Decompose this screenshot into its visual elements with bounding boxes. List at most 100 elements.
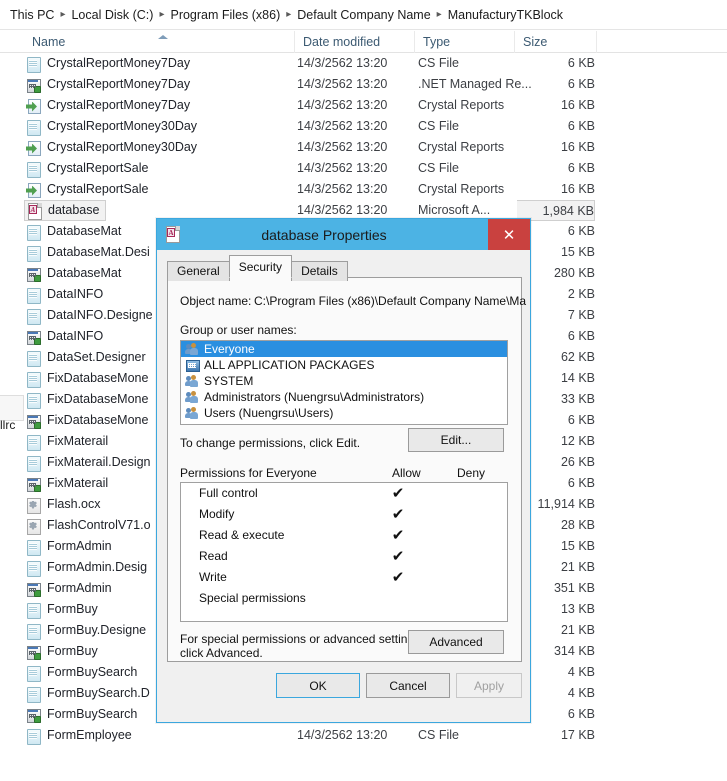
file-name-cell[interactable]: Flash.ocx [24,494,107,515]
file-name-cell[interactable]: FormBuySearch.D [24,683,156,704]
list-item[interactable]: SYSTEM [181,373,507,389]
file-name-cell[interactable]: CrystalReportMoney7Day [24,53,196,74]
advanced-button[interactable]: Advanced [408,630,504,654]
tab-details[interactable]: Details [291,261,348,281]
permission-name: Full control [199,486,258,500]
table-row[interactable]: CrystalReportSale 14/3/2562 13:20 Crystal … [0,179,727,200]
file-name: FixMaterail [47,476,109,490]
file-name-cell[interactable]: FormAdmin [24,536,118,557]
file-name-cell[interactable]: FixMaterail.Design [24,452,157,473]
list-item[interactable]: Administrators (Nuengrsu\Administrators) [181,389,507,405]
list-item[interactable]: Everyone [181,341,507,357]
file-name-cell[interactable]: DatabaseMat [24,221,127,242]
advanced-note-line-1: For special permissions or advanced sett… [180,632,424,646]
file-name-cell[interactable]: FixDatabaseMone [24,410,154,431]
cs-file-icon [26,161,41,178]
file-date-modified: 14/3/2562 13:20 [297,182,388,196]
file-date-modified: 14/3/2562 13:20 [297,119,388,133]
file-date-modified: 14/3/2562 13:20 [297,161,388,175]
tab-general[interactable]: General [167,261,230,281]
permissions-table[interactable]: Full control ✔ Modify ✔ Read & execute ✔ Read ✔… [180,482,508,622]
file-name-cell[interactable]: CrystalReportSale [24,158,154,179]
breadcrumb-item-1[interactable]: Local Disk (C:) [71,8,153,22]
allow-check-icon[interactable]: ✔ [384,483,412,504]
file-name-cell[interactable]: FixMaterail [24,473,114,494]
table-row[interactable]: CrystalReportMoney7Day 14/3/2562 13:20 .NE… [0,74,727,95]
file-name: FixMaterail.Design [47,455,151,469]
access-db-icon: A [27,202,42,220]
file-name-cell[interactable]: CrystalReportMoney30Day [24,137,203,158]
file-name-cell[interactable]: DataINFO [24,326,109,347]
file-name: DataINFO.Designe [47,308,153,322]
table-row[interactable]: FormEmployee 14/3/2562 13:20 CS File 17 KB [0,725,727,746]
allow-check-icon[interactable]: ✔ [384,504,412,525]
file-name: FormBuySearch [47,665,138,679]
ok-button[interactable]: OK [276,673,360,698]
column-header-size[interactable]: Size [514,31,596,53]
file-name-cell[interactable]: DatabaseMat [24,263,127,284]
resource-file-icon [26,329,41,345]
file-name-cell[interactable]: FormBuySearch [24,662,143,683]
advanced-settings-note: For special permissions or advanced sett… [180,632,423,660]
column-header-type[interactable]: Type [414,31,514,53]
cs-file-icon [26,665,41,682]
file-name-cell[interactable]: FormEmployee [24,725,138,746]
permission-row[interactable]: Modify ✔ [181,504,507,525]
permission-row[interactable]: Write ✔ [181,567,507,588]
file-name-cell[interactable]: FlashControlV71.o [24,515,157,536]
allow-check-icon[interactable]: ✔ [384,546,412,567]
file-type: CS File [418,728,459,742]
file-name-cell[interactable]: FormBuySearch [24,704,143,725]
file-name-cell[interactable]: CrystalReportSale [24,179,154,200]
tab-security[interactable]: Security [228,255,293,278]
table-row[interactable]: CrystalReportSale 14/3/2562 13:20 CS File 6… [0,158,727,179]
file-name-cell[interactable]: FixDatabaseMone [24,389,154,410]
permission-row[interactable]: Full control ✔ [181,483,507,504]
file-name-cell[interactable]: CrystalReportMoney30Day [24,116,203,137]
group-or-user-names-list[interactable]: Everyone ALL APPLICATION PACKAGES SYSTEM Ad… [180,340,508,425]
permission-row[interactable]: Read & execute ✔ [181,525,507,546]
column-header-date-modified[interactable]: Date modified [294,31,414,53]
dialog-tabs[interactable]: General Security Details [167,255,348,281]
permission-row[interactable]: Read ✔ [181,546,507,567]
close-icon[interactable]: ✕ [488,219,530,250]
file-size: 16 KB [560,98,595,112]
breadcrumb-item-4[interactable]: ManufacturyTKBlock [448,8,563,22]
cs-file-icon [26,455,41,472]
breadcrumb-item-3[interactable]: Default Company Name [297,8,430,22]
dialog-title-bar[interactable]: A database Properties ✕ [157,219,530,250]
permission-row[interactable]: Special permissions [181,588,507,609]
file-name-cell[interactable]: CrystalReportMoney7Day [24,95,196,116]
table-row[interactable]: CrystalReportMoney7Day 14/3/2562 13:20 CS … [0,53,727,74]
file-name-cell[interactable]: FormBuy.Designe [24,620,152,641]
breadcrumb-separator: ▸ [60,9,66,20]
allow-check-icon[interactable]: ✔ [384,567,412,588]
cancel-button[interactable]: Cancel [366,673,450,698]
file-name-cell[interactable]: DataSet.Designer [24,347,152,368]
file-name-cell[interactable]: FixDatabaseMone [24,368,154,389]
file-name-cell[interactable]: CrystalReportMoney7Day [24,74,196,95]
cs-file-icon [26,119,41,136]
file-name-cell[interactable]: FormBuy [24,599,104,620]
apply-button[interactable]: Apply [456,673,522,698]
file-name-cell[interactable]: DataINFO [24,284,109,305]
file-name-cell[interactable]: DataINFO.Designe [24,305,159,326]
cs-file-icon [26,308,41,325]
table-row[interactable]: CrystalReportMoney7Day 14/3/2562 13:20 Cry… [0,95,727,116]
list-item[interactable]: Users (Nuengrsu\Users) [181,405,507,421]
file-name-cell[interactable]: FixMaterail [24,431,114,452]
table-row[interactable]: CrystalReportMoney30Day 14/3/2562 13:20 CS… [0,116,727,137]
allow-check-icon[interactable]: ✔ [384,525,412,546]
users-group-icon [185,390,200,404]
file-name-cell[interactable]: FormAdmin [24,578,118,599]
breadcrumb-item-0[interactable]: This PC [10,8,54,22]
breadcrumb-item-2[interactable]: Program Files (x86) [170,8,280,22]
file-name-cell[interactable]: Adatabase [24,200,107,221]
file-name: DataSet.Designer [47,350,146,364]
list-item[interactable]: ALL APPLICATION PACKAGES [181,357,507,373]
file-name-cell[interactable]: FormBuy [24,641,104,662]
edit-button[interactable]: Edit... [408,428,504,452]
file-name-cell[interactable]: DatabaseMat.Desi [24,242,156,263]
table-row[interactable]: CrystalReportMoney30Day 14/3/2562 13:20 Cr… [0,137,727,158]
file-name-cell[interactable]: FormAdmin.Desig [24,557,153,578]
